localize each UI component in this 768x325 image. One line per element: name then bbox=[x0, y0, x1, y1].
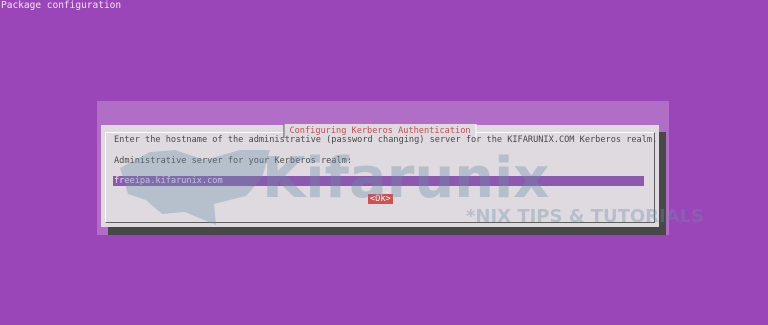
window-title: Package configuration bbox=[1, 0, 122, 11]
admin-server-input[interactable] bbox=[113, 176, 644, 186]
dialog-message: Enter the hostname of the administrative… bbox=[114, 135, 658, 145]
kerberos-config-dialog: Configuring Kerberos Authentication Ente… bbox=[101, 124, 659, 227]
ok-button[interactable]: <Ok> bbox=[368, 194, 393, 204]
field-label: Administrative server for your Kerberos … bbox=[114, 156, 352, 166]
